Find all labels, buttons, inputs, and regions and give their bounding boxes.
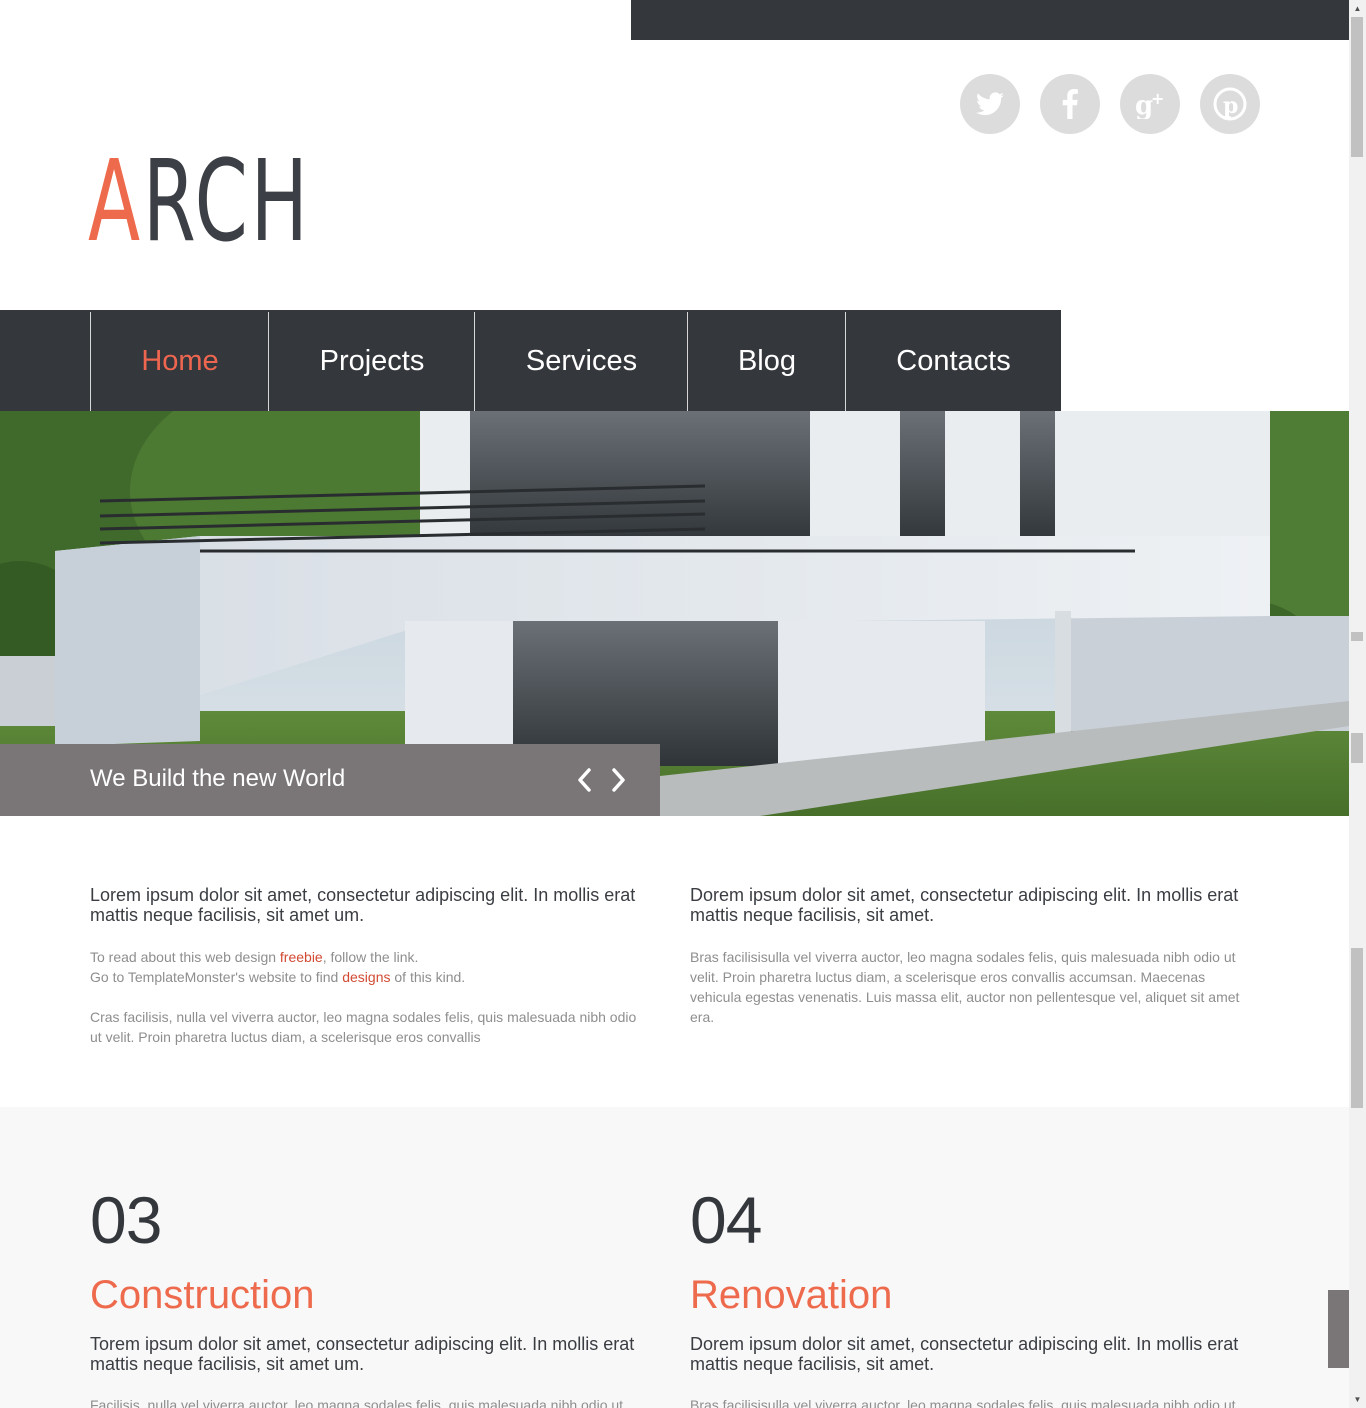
logo-text: RCH — [142, 137, 311, 267]
nav-item-contacts[interactable]: Contacts — [845, 312, 1061, 411]
scroll-up-arrow-icon[interactable]: ▲ — [1349, 0, 1366, 17]
scroll-marker — [1351, 632, 1363, 641]
back-to-top-button[interactable] — [1328, 1290, 1349, 1368]
social-links: g + p — [960, 74, 1260, 134]
twitter-icon[interactable] — [960, 74, 1020, 134]
service-body: Bras facilisisulla vel viverra auctor, l… — [690, 1397, 1236, 1408]
services-section: 03 Construction Torem ipsum dolor sit am… — [0, 1107, 1349, 1408]
intro-right-lead: Dorem ipsum dolor sit amet, consectetur … — [690, 885, 1239, 925]
intro-right-body: Bras facilisisulla vel viverra auctor, l… — [690, 949, 1240, 1025]
top-bar — [631, 0, 1349, 40]
prev-slide-arrow-icon[interactable] — [571, 766, 599, 794]
intro-left-body: Cras facilisis, nulla vel viverra auctor… — [90, 1009, 637, 1045]
site-logo[interactable]: ARCH — [88, 146, 311, 258]
intro-text: of this kind. — [390, 969, 466, 985]
slide-caption-text: We Build the new World — [90, 765, 346, 792]
nav-item-home[interactable]: Home — [90, 312, 269, 411]
intro-left-links: To read about this web design freebie, f… — [90, 947, 655, 987]
next-slide-arrow-icon[interactable] — [604, 766, 632, 794]
freebie-link[interactable]: freebie — [280, 949, 323, 965]
svg-text:p: p — [1223, 93, 1238, 119]
service-title-construction[interactable]: Construction — [90, 1275, 315, 1315]
intro-text: , follow the link. — [322, 949, 419, 965]
scroll-marker — [1351, 733, 1363, 763]
intro-text: Go to TemplateMonster's website to find — [90, 969, 343, 985]
page: g + p ARCH Home Projects Services Blog Co… — [0, 0, 1349, 1408]
scroll-thumb[interactable] — [1351, 17, 1363, 157]
logo-accent-letter: A — [88, 137, 143, 267]
service-number: 04 — [690, 1183, 762, 1257]
scroll-down-arrow-icon[interactable]: ▼ — [1349, 1391, 1366, 1408]
intro-left: Lorem ipsum dolor sit amet, consectetur … — [90, 885, 655, 1047]
slide-caption: We Build the new World — [0, 744, 660, 816]
svg-text:+: + — [1151, 89, 1164, 108]
nav-item-services[interactable]: Services — [474, 312, 688, 411]
service-body: Facilisis, nulla vel viverra auctor, leo… — [90, 1397, 624, 1408]
google-plus-icon[interactable]: g + — [1120, 74, 1180, 134]
intro-text: To read about this web design — [90, 949, 280, 965]
designs-link[interactable]: designs — [342, 969, 390, 985]
pinterest-icon[interactable]: p — [1200, 74, 1260, 134]
service-number: 03 — [90, 1183, 162, 1257]
page-scrollbar[interactable]: ▲ ▼ — [1349, 0, 1366, 1408]
nav-item-blog[interactable]: Blog — [687, 312, 846, 411]
nav-item-projects[interactable]: Projects — [268, 312, 475, 411]
facebook-icon[interactable] — [1040, 74, 1100, 134]
service-title-renovation[interactable]: Renovation — [690, 1275, 892, 1315]
scroll-marker — [1351, 948, 1363, 1108]
service-lead: Torem ipsum dolor sit amet, consectetur … — [90, 1334, 635, 1374]
main-nav: Home Projects Services Blog Contacts — [0, 310, 1061, 411]
intro-right: Dorem ipsum dolor sit amet, consectetur … — [690, 885, 1255, 1027]
intro-left-lead: Lorem ipsum dolor sit amet, consectetur … — [90, 885, 636, 925]
service-lead: Dorem ipsum dolor sit amet, consectetur … — [690, 1334, 1239, 1374]
